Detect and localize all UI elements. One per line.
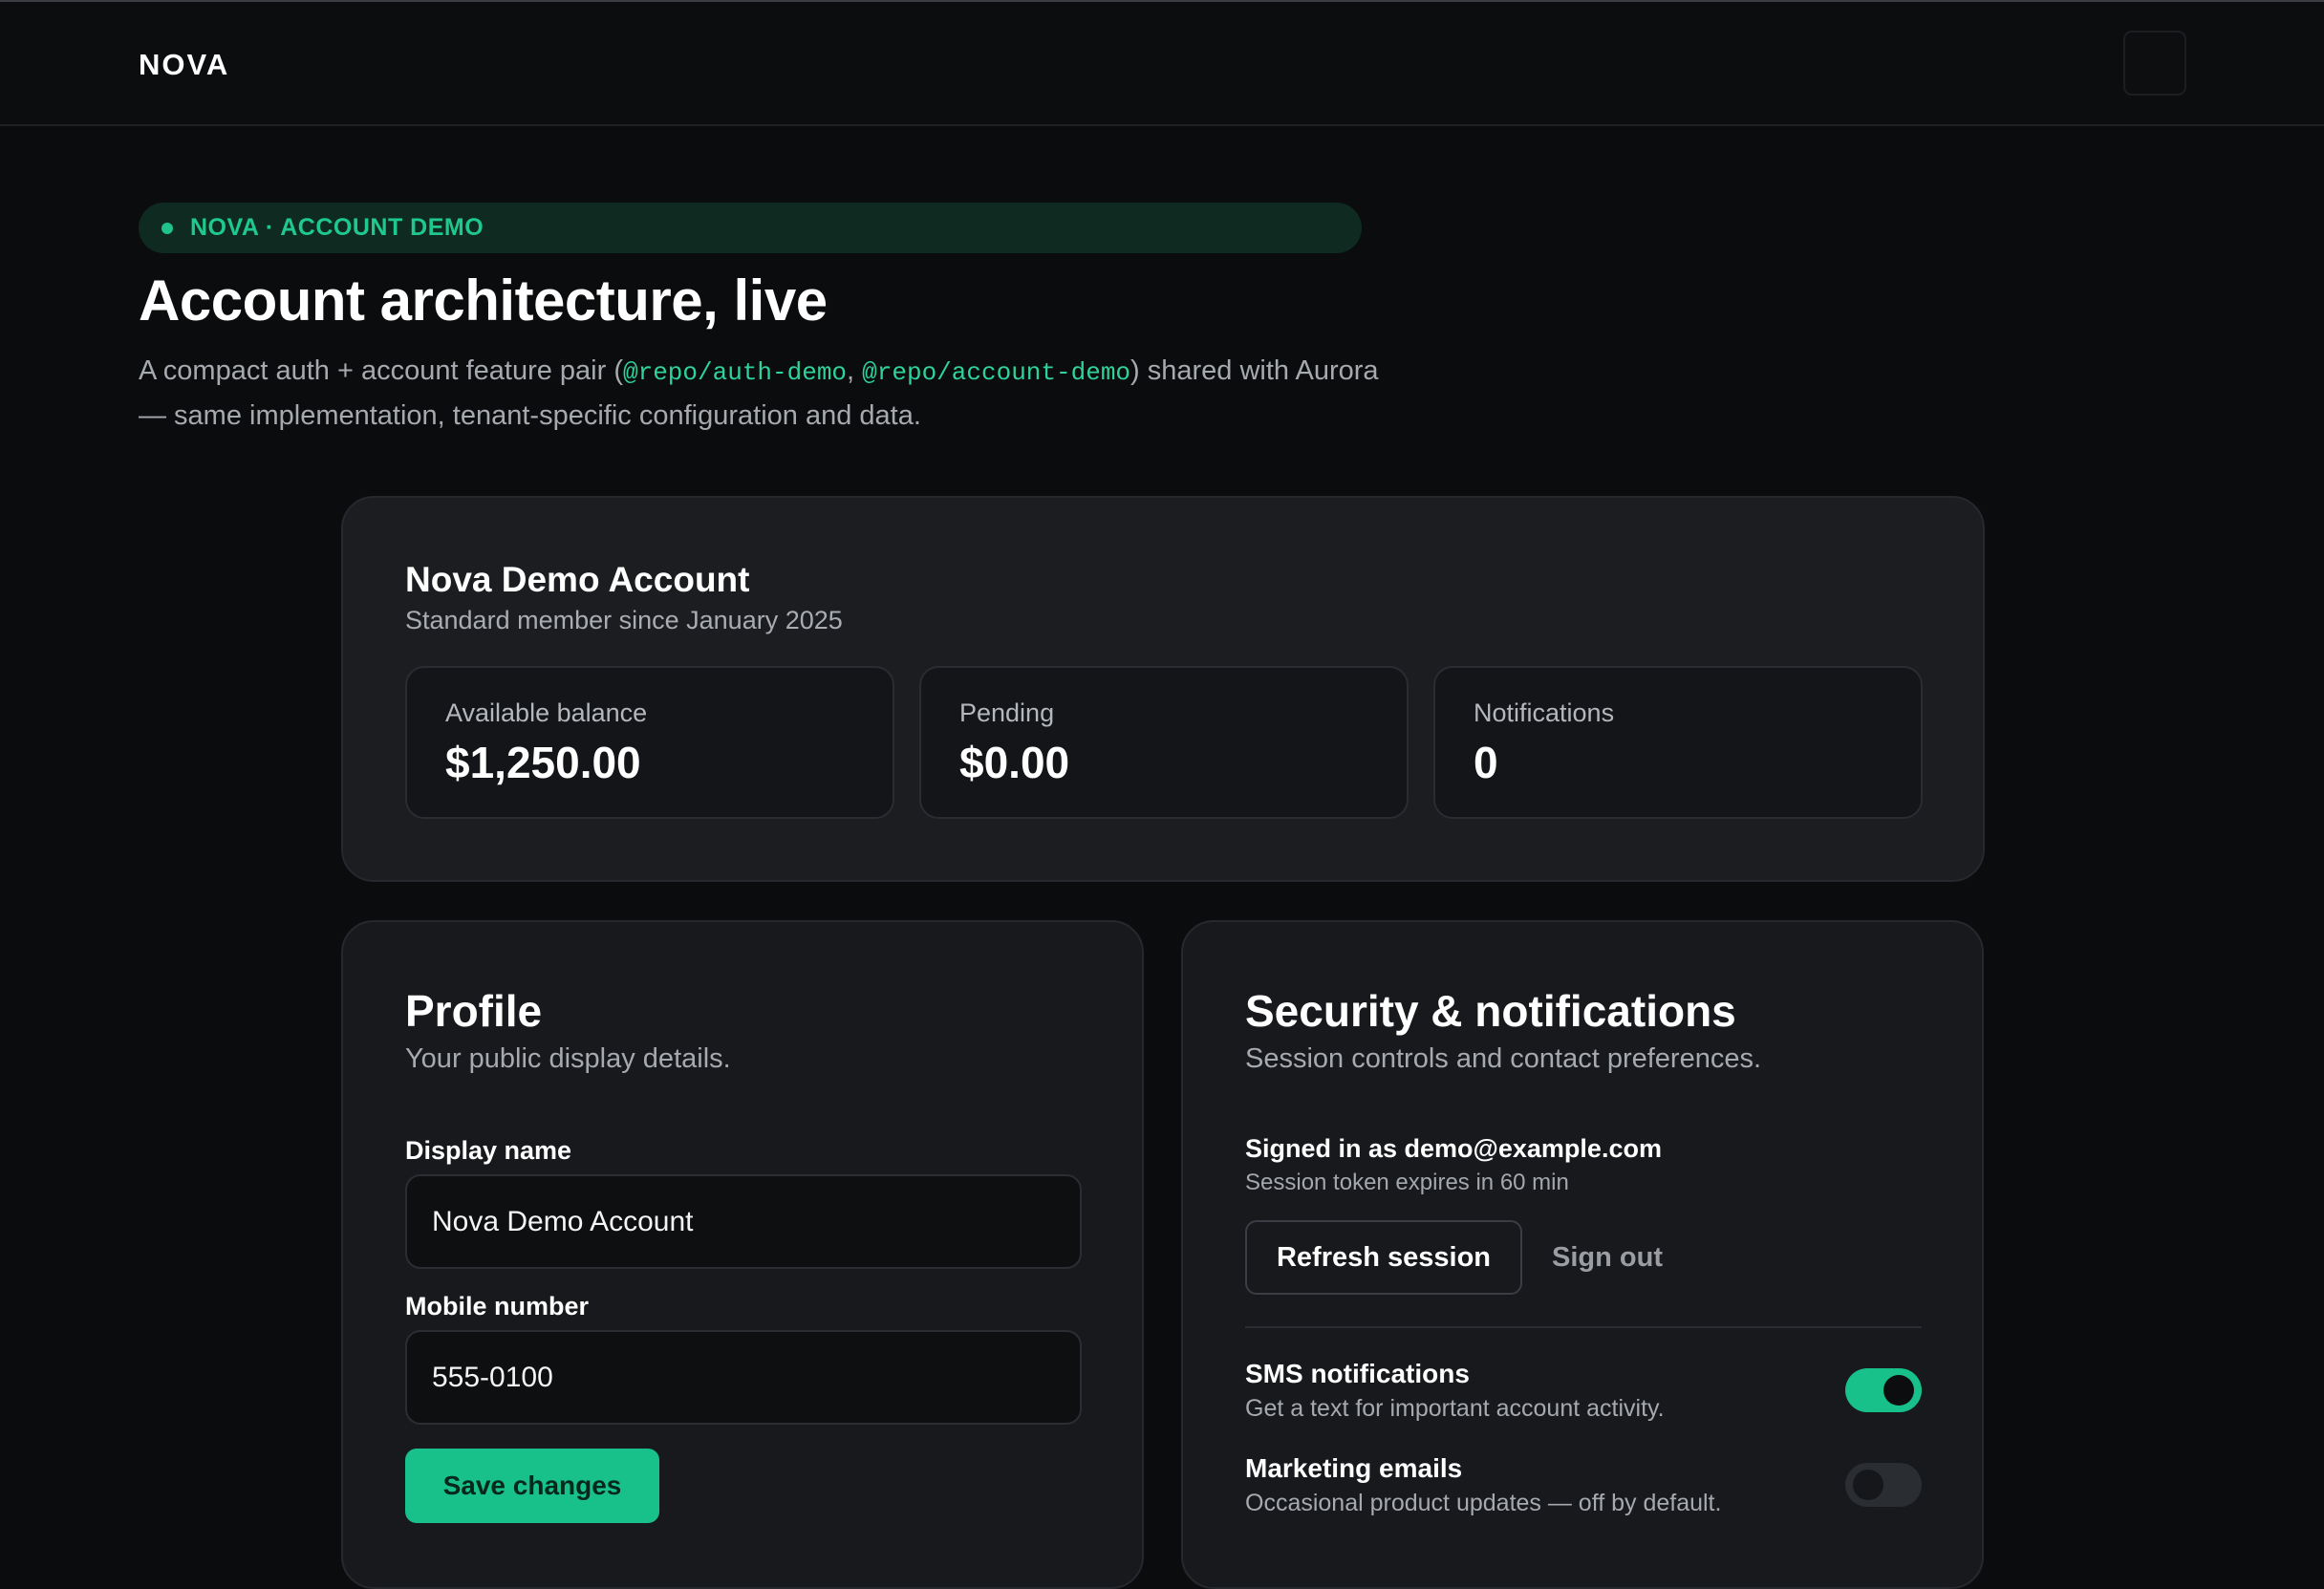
mobile-number-label: Mobile number — [405, 1292, 590, 1321]
profile-card: Profile Your public display details. Dis… — [341, 920, 1144, 1589]
status-dot-icon — [161, 222, 173, 234]
stat-label: Notifications — [1474, 698, 1615, 727]
sms-notifications-title: SMS notifications — [1245, 1359, 1470, 1388]
mobile-number-input[interactable]: 555-0100 — [405, 1330, 1082, 1425]
session-expiry: Session token expires in 60 min — [1245, 1170, 1569, 1195]
sign-out-button[interactable]: Sign out — [1548, 1220, 1667, 1295]
description-separator: , — [847, 355, 863, 386]
stat-label: Pending — [959, 698, 1055, 727]
demo-badge-label: NOVA · ACCOUNT DEMO — [190, 214, 484, 241]
demo-badge: NOVA · ACCOUNT DEMO — [139, 203, 1362, 253]
toggle-knob — [1883, 1375, 1914, 1406]
refresh-session-button[interactable]: Refresh session — [1245, 1220, 1522, 1295]
menu-button[interactable] — [2123, 31, 2186, 96]
sms-notifications-desc: Get a text for important account activit… — [1245, 1395, 1665, 1422]
display-name-input[interactable]: Nova Demo Account — [405, 1174, 1082, 1269]
signed-in-user: Signed in as demo@example.com — [1245, 1134, 1662, 1163]
sms-notifications-toggle[interactable] — [1845, 1368, 1922, 1412]
auth-package-code: @repo/auth-demo — [623, 358, 848, 387]
stat-label: Available balance — [445, 698, 648, 727]
security-title: Security & notifications — [1245, 986, 1736, 1036]
account-name: Nova Demo Account — [405, 560, 750, 599]
profile-subtitle: Your public display details. — [405, 1043, 731, 1074]
stat-pending: Pending $0.00 — [919, 666, 1409, 819]
marketing-emails-title: Marketing emails — [1245, 1453, 1463, 1483]
stat-notifications: Notifications 0 — [1433, 666, 1923, 819]
divider — [1245, 1326, 1922, 1328]
top-navbar: NOVA — [0, 2, 2324, 126]
account-summary-card: Nova Demo Account Standard member since … — [341, 496, 1985, 882]
stat-value: 0 — [1474, 738, 1498, 787]
marketing-emails-toggle[interactable] — [1845, 1463, 1922, 1507]
display-name-label: Display name — [405, 1136, 572, 1165]
toggle-knob — [1853, 1470, 1883, 1500]
save-changes-button[interactable]: Save changes — [405, 1449, 659, 1523]
security-card: Security & notifications Session control… — [1181, 920, 1984, 1589]
page-title: Account architecture, live — [139, 268, 828, 333]
description-text-start: A compact auth + account feature pair ( — [139, 355, 623, 386]
stat-available-balance: Available balance $1,250.00 — [405, 666, 894, 819]
stat-value: $1,250.00 — [445, 738, 641, 787]
marketing-emails-desc: Occasional product updates — off by defa… — [1245, 1490, 1722, 1516]
member-since: Standard member since January 2025 — [405, 606, 843, 634]
account-package-code: @repo/account-demo — [862, 358, 1131, 387]
brand-logo[interactable]: NOVA — [139, 48, 229, 82]
profile-title: Profile — [405, 986, 543, 1036]
page-description: A compact auth + account feature pair (@… — [139, 350, 1381, 438]
stat-value: $0.00 — [959, 738, 1070, 787]
security-subtitle: Session controls and contact preferences… — [1245, 1043, 1762, 1074]
